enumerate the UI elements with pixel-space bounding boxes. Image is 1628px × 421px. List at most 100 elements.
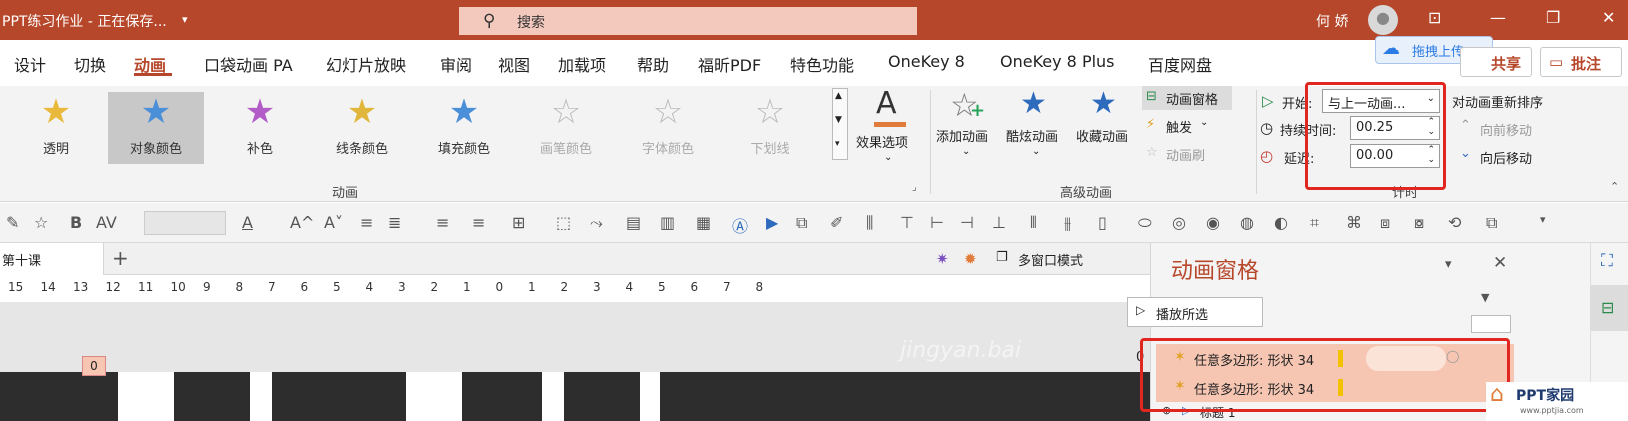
move-earlier-button[interactable]: 向前移动 [1480, 120, 1532, 139]
menu-foxit-pdf[interactable]: 福昕PDF [698, 52, 761, 76]
menu-special-features[interactable]: 特色功能 [790, 52, 854, 76]
effect-object-color[interactable]: ★ 对象颜色 [108, 92, 204, 164]
share-button[interactable]: 共享 [1460, 47, 1532, 77]
minimize-icon[interactable]: — [1490, 8, 1506, 27]
animation-tag[interactable]: 0 [82, 356, 106, 376]
merge-union-icon[interactable]: ⬭ [1138, 213, 1152, 233]
align-top-icon[interactable]: ⊤ [900, 213, 914, 232]
user-name[interactable]: 何 娇 [1316, 11, 1348, 31]
menu-design[interactable]: 设计 [14, 52, 46, 76]
align-left-icon[interactable]: ≡ [436, 213, 449, 232]
format-painter-icon[interactable]: ✎ [6, 213, 19, 232]
textbox-icon[interactable]: ▦ [696, 213, 711, 232]
effect-pen-color[interactable]: ☆ 画笔颜色 [518, 92, 614, 164]
menu-slideshow[interactable]: 幻灯片放映 [326, 52, 406, 76]
add-animation-button[interactable]: ☆ + 添加动画 ⌄ [936, 86, 1000, 172]
favorite-animation-button[interactable]: ★ 收藏动画 [1076, 86, 1140, 172]
connector-icon[interactable]: ⤳ [590, 213, 603, 233]
menu-review[interactable]: 审阅 [440, 52, 472, 76]
effect-complementary-color[interactable]: ★ 补色 [212, 92, 308, 164]
textbox-top-icon[interactable]: ▤ [626, 213, 641, 232]
merge-fragment-icon[interactable]: ◉ [1206, 213, 1220, 232]
cool-animation-button[interactable]: ★ 酷炫动画 ⌄ [1006, 86, 1070, 172]
merge-subtract-icon[interactable]: ◐ [1274, 213, 1288, 232]
add-tab-icon[interactable]: + [112, 246, 129, 270]
char-spacing-icon[interactable]: AV [96, 213, 117, 232]
group-icon[interactable]: ▯ [1098, 213, 1107, 232]
effect-underline[interactable]: ☆ 下划线 [722, 92, 818, 164]
animation-pane-button[interactable]: ⊟ 动画窗格 [1142, 86, 1232, 110]
align-right-icon[interactable]: ≡ [472, 213, 485, 232]
align-left-objects-icon[interactable]: ⊣ [960, 213, 974, 232]
effect-line-color[interactable]: ★ 线条颜色 [314, 92, 410, 164]
play-selected-button[interactable]: ▷ 播放所选 [1127, 297, 1263, 327]
bold-icon[interactable]: B [70, 213, 82, 232]
settings-icon[interactable]: ✹ [964, 250, 977, 268]
effect-transparency[interactable]: ★ 透明 [8, 92, 104, 164]
distribute-icon[interactable]: ⫼ [866, 213, 873, 233]
menu-baidu-netdisk[interactable]: 百度网盘 [1148, 52, 1212, 76]
shrink-font-icon[interactable]: A˅ [324, 213, 343, 232]
distribute-h-icon[interactable]: ⫴ [1030, 213, 1037, 233]
move-later-button[interactable]: 向后移动 [1480, 148, 1532, 167]
animation-brush-button[interactable]: ☆ 动画刷 [1142, 142, 1232, 166]
close-icon[interactable]: ✕ [1602, 8, 1615, 27]
media-icon[interactable]: ▶ [766, 213, 778, 232]
title-dropdown-icon[interactable]: ▾ [182, 13, 188, 26]
collapse-ribbon-icon[interactable]: ⌃ [1610, 180, 1619, 193]
effect-font-color[interactable]: ☆ 字体颜色 [620, 92, 716, 164]
edit-shape-icon[interactable]: ✐ [830, 213, 843, 232]
send-backward-icon[interactable]: ⧇ [1414, 213, 1424, 233]
gallery-more-icon[interactable]: ▾ [835, 139, 840, 149]
star-outline-icon[interactable]: ☆ [34, 213, 48, 232]
effect-options-button[interactable]: A 效果选项 ⌄ [856, 86, 922, 172]
menu-help[interactable]: 帮助 [637, 52, 669, 76]
align-center-objects-icon[interactable]: ⊥ [992, 213, 1006, 232]
shape-union-icon[interactable]: ⧉ [796, 213, 807, 233]
menu-transitions[interactable]: 切换 [74, 52, 106, 76]
font-color-icon[interactable]: A [242, 213, 253, 232]
bring-forward-icon[interactable]: ⧈ [1380, 213, 1390, 233]
comment-button[interactable]: ▭ 批注 [1540, 47, 1622, 77]
menu-onekey8-plus[interactable]: OneKey 8 Plus [1000, 52, 1115, 71]
rotate-icon[interactable]: ⟲ [1448, 213, 1461, 232]
align-middle-icon[interactable]: ⊢ [930, 213, 944, 232]
scroll-up-icon[interactable]: ▲ [835, 91, 842, 101]
crop-icon[interactable]: ⌗ [1310, 213, 1319, 233]
animation-pane-toggle[interactable]: ⊟ [1591, 285, 1628, 331]
line-spacing-icon[interactable]: ≣ [388, 213, 401, 232]
grow-font-icon[interactable]: A^ [290, 213, 314, 232]
resize-icon[interactable]: ⌘ [1346, 213, 1362, 232]
merge-combine-icon[interactable]: ◎ [1172, 213, 1186, 232]
shape-select-icon[interactable]: ⬚ [556, 213, 571, 232]
document-tab[interactable]: 第十课 [0, 243, 104, 275]
menu-addins[interactable]: 加载项 [558, 52, 606, 76]
effect-fill-color[interactable]: ★ 填充颜色 [416, 92, 512, 164]
pane-dropdown-icon[interactable]: ▼ [1481, 291, 1489, 304]
multi-window-button[interactable]: 多窗口模式 [1018, 250, 1083, 269]
merge-intersect-icon[interactable]: ◍ [1240, 213, 1254, 232]
font-size-select[interactable] [144, 211, 226, 235]
gallery-scroll[interactable]: ▲ ▼ ▾ [832, 88, 848, 160]
format-pane-icon[interactable]: ⛶ [1601, 251, 1613, 271]
close-pane-icon[interactable]: ✕ [1493, 253, 1507, 273]
table-icon[interactable]: ⊞ [512, 213, 525, 232]
toolbar-overflow-icon[interactable]: ▾ [1540, 213, 1546, 226]
menu-onekey8[interactable]: OneKey 8 [888, 52, 965, 71]
align-center-icon[interactable]: ≡ [360, 213, 373, 232]
avatar[interactable]: ● [1368, 5, 1398, 35]
menu-view[interactable]: 视图 [498, 52, 530, 76]
ribbon-display-icon[interactable]: ⊡ [1428, 8, 1441, 27]
pane-menu-icon[interactable]: ▾ [1445, 257, 1452, 272]
magic-icon[interactable]: ✷ [936, 250, 949, 268]
arrange-icon[interactable]: ⧉ [1486, 213, 1497, 233]
dialog-launcher-icon[interactable]: ⌟ [912, 182, 917, 193]
scroll-down-icon[interactable]: ▼ [835, 115, 842, 125]
restore-icon[interactable]: ❐ [1546, 8, 1560, 27]
distribute-v-icon[interactable]: ⫵ [1064, 213, 1071, 233]
menu-pocket-animation[interactable]: 口袋动画 PA [204, 52, 293, 76]
text-frame-icon[interactable]: Ⓐ [732, 213, 748, 237]
search-box[interactable]: ⚲ 搜索 [459, 7, 917, 35]
trigger-button[interactable]: ⚡ 触发 ⌄ [1142, 114, 1232, 138]
textbox-bottom-icon[interactable]: ▥ [660, 213, 675, 232]
